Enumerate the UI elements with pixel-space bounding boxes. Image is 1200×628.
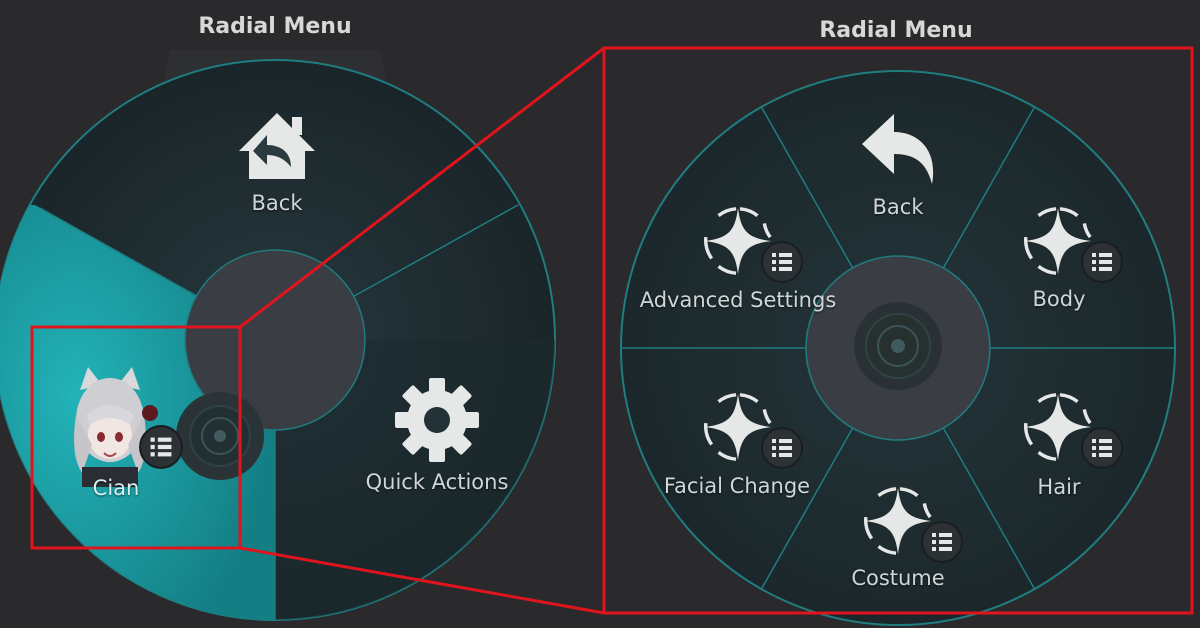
hair-label: Hair	[1037, 475, 1081, 499]
advanced-settings-label: Advanced Settings	[639, 288, 837, 312]
radial-menu-comparison: Radial Menu Radial Menu Back Quick Actio…	[0, 0, 1200, 628]
left-back-label: Back	[251, 191, 303, 215]
quick-actions-label: Quick Actions	[365, 470, 509, 494]
body-label: Body	[1032, 287, 1086, 311]
left-menu-title: Radial Menu	[198, 14, 352, 39]
facial-change-label: Facial Change	[663, 474, 811, 498]
right-back-label: Back	[872, 195, 924, 219]
costume-label: Costume	[851, 566, 945, 590]
cian-label: Cian	[92, 476, 140, 500]
right-menu-title: Radial Menu	[819, 18, 973, 43]
